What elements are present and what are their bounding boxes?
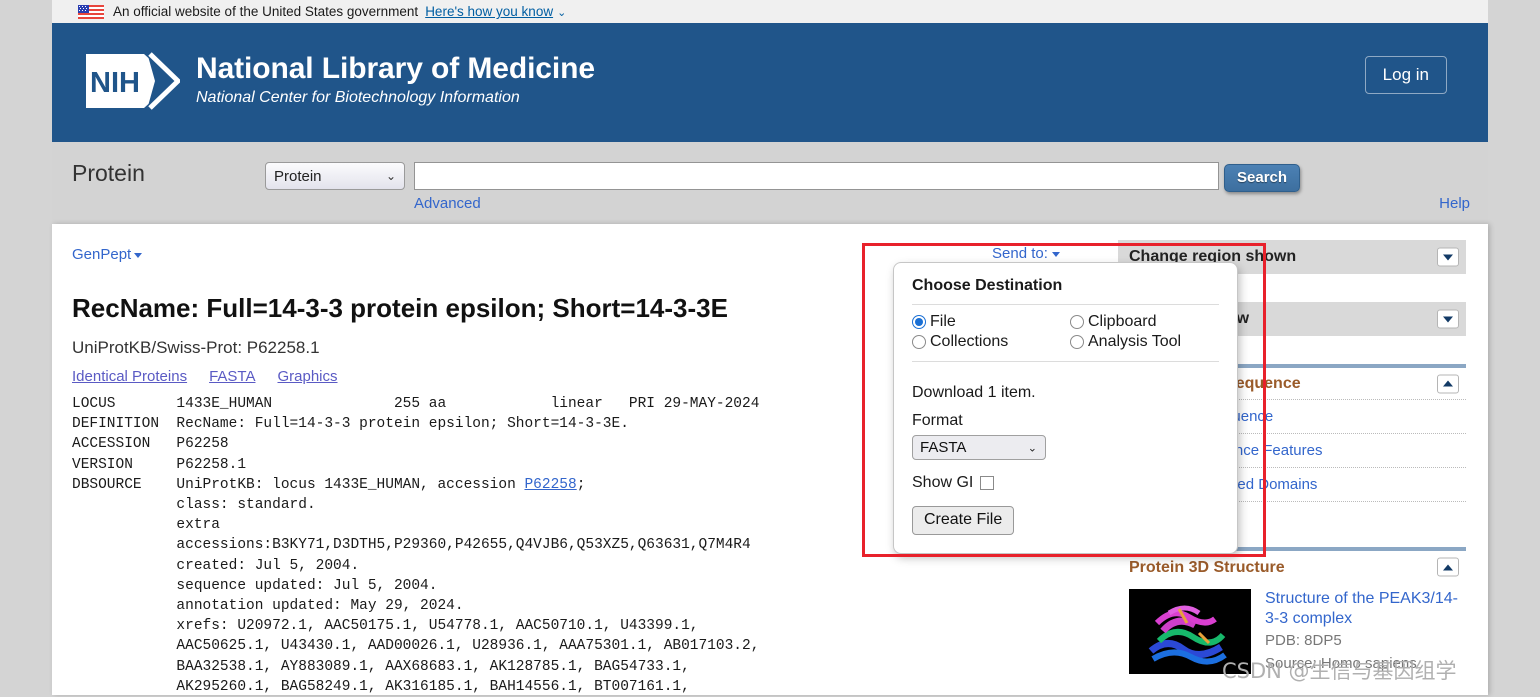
us-flag-icon [78,4,104,19]
destination-file-label: File [930,313,956,330]
advanced-search-link[interactable]: Advanced [414,195,481,212]
flatfile-line: DEFINITION RecName: Full=14-3-3 protein … [72,416,629,433]
flatfile-line: annotation updated: May 29, 2024. [72,598,464,615]
download-count-text: Download 1 item. [912,384,1036,401]
genpept-format-link[interactable]: GenPept [72,246,143,263]
nih-logo-icon: NIH [82,50,180,112]
database-label: Protein [72,160,145,186]
send-to-label: Send to: [992,245,1048,262]
database-select-value: Protein [274,167,322,185]
search-button[interactable]: Search [1224,164,1301,192]
svg-text:NIH: NIH [90,67,140,99]
page-title: RecName: Full=14-3-3 protein epsilon; Sh… [72,293,728,323]
flatfile-line: xrefs: U20972.1, AAC50175.1, U54778.1, A… [72,618,699,635]
flatfile-line: AK295260.1, BAG58249.1, AK316185.1, BAH1… [72,678,690,695]
flatfile-line: VERSION P62258.1 [72,456,247,473]
section-collapse-toggle[interactable] [1437,374,1459,393]
destination-option-collections[interactable]: Collections [912,332,1070,352]
triangle-up-icon [1443,564,1453,570]
show-gi-label: Show GI [912,474,974,491]
structure-entry: Structure of the PEAK3/14-3-3 complex PD… [1118,583,1466,674]
triangle-down-icon [1443,316,1453,322]
choose-destination-popup: Choose Destination File Clipboard Collec… [893,262,1238,554]
dbsource-accession-link[interactable]: P62258 [524,477,576,493]
destination-option-clipboard[interactable]: Clipboard [1070,312,1219,332]
radio-file[interactable] [912,315,926,329]
flatfile-line: extra [72,517,220,534]
popup-title: Choose Destination [912,277,1219,305]
flatfile-line: DBSOURCE UniProtKB: locus 1433E_HUMAN, a… [72,476,525,493]
radio-clipboard[interactable] [1070,315,1084,329]
structure-pdb-id: PDB: 8DP5 [1265,632,1342,650]
flatfile-line: class: standard. [72,497,316,514]
gov-banner: An official website of the United States… [52,0,1488,23]
triangle-up-icon [1443,380,1453,387]
destination-analysis-tool-label: Analysis Tool [1088,333,1182,350]
destination-option-analysis-tool[interactable]: Analysis Tool [1070,332,1219,352]
identical-proteins-link[interactable]: Identical Proteins [72,368,187,385]
flatfile-line: sequence updated: Jul 5, 2004. [72,577,438,594]
login-button[interactable]: Log in [1364,56,1447,94]
flatfile-line: LOCUS 1433E_HUMAN 255 aa linear PRI 29-M… [72,396,760,412]
destination-collections-label: Collections [930,333,1009,350]
nlm-title: National Library of Medicine [196,51,595,85]
flatfile-line: accessions:B3KY71,D3DTH5,P29360,P42655,Q… [72,537,751,554]
panel-expand-toggle[interactable] [1437,309,1459,329]
nlm-header: NIH National Library of Medicine Nationa… [52,23,1488,142]
caret-down-icon [134,252,143,258]
chevron-down-icon: ⌄ [557,7,567,19]
format-label: Format [912,412,963,429]
gov-banner-text: An official website of the United States… [113,4,419,19]
how-you-know-link[interactable]: Here's how you know ⌄ [425,4,566,19]
structure-name-link[interactable]: Structure of the PEAK3/14-3-3 complex [1265,589,1466,628]
radio-analysis-tool[interactable] [1070,335,1084,349]
search-bar: Protein Protein ⌄ Search Advanced Help [52,142,1488,224]
database-select[interactable]: Protein ⌄ [265,162,405,190]
record-links: Identical Proteins FASTA Graphics [72,368,360,385]
nlm-logo[interactable]: NIH National Library of Medicine Nationa… [82,50,595,112]
structure-thumbnail-image[interactable] [1129,589,1251,674]
chevron-down-icon: ⌄ [385,169,396,183]
send-to-link[interactable]: Send to: [992,245,1060,262]
format-select[interactable]: FASTA ⌄ [912,435,1046,460]
destination-option-file[interactable]: File [912,312,1070,332]
flatfile-line: BAA32538.1, AY883089.1, AAX68683.1, AK12… [72,658,690,675]
nlm-subtitle: National Center for Biotechnology Inform… [196,89,520,107]
section-collapse-toggle[interactable] [1437,557,1459,577]
how-you-know-label: Here's how you know [425,4,554,19]
section-structure-title: Protein 3D Structure [1129,559,1285,576]
destination-radio-group: File Clipboard Collections Analysis Tool [912,305,1219,362]
flatfile-line: ACCESSION P62258 [72,436,229,453]
record-accession: UniProtKB/Swiss-Prot: P62258.1 [72,338,320,357]
graphics-link[interactable]: Graphics [277,368,337,385]
show-gi-checkbox[interactable] [980,476,995,490]
flatfile-line: AAC50625.1, U43430.1, AAD00026.1, U28936… [72,638,760,655]
show-gi-row[interactable]: Show GI [912,474,1219,492]
main-content: GenPept RecName: Full=14-3-3 protein eps… [52,224,1488,695]
caret-down-icon [1051,251,1060,257]
dbsource-tail: ; [576,476,586,493]
help-link[interactable]: Help [1439,195,1470,212]
structure-source: Source: Homo sapiens [1265,654,1417,672]
genbank-flatfile: LOCUS 1433E_HUMAN 255 aa linear PRI 29-M… [72,394,892,697]
fasta-link[interactable]: FASTA [209,368,255,385]
panel-expand-toggle[interactable] [1437,247,1459,267]
create-file-button[interactable]: Create File [912,506,1015,535]
format-select-value: FASTA [920,439,967,456]
destination-clipboard-label: Clipboard [1088,313,1157,330]
flatfile-line: created: Jul 5, 2004. [72,557,360,574]
search-input[interactable] [414,162,1219,190]
chevron-down-icon: ⌄ [1027,442,1037,454]
triangle-down-icon [1443,254,1453,260]
radio-collections[interactable] [912,335,926,349]
genpept-format-label: GenPept [72,246,132,263]
